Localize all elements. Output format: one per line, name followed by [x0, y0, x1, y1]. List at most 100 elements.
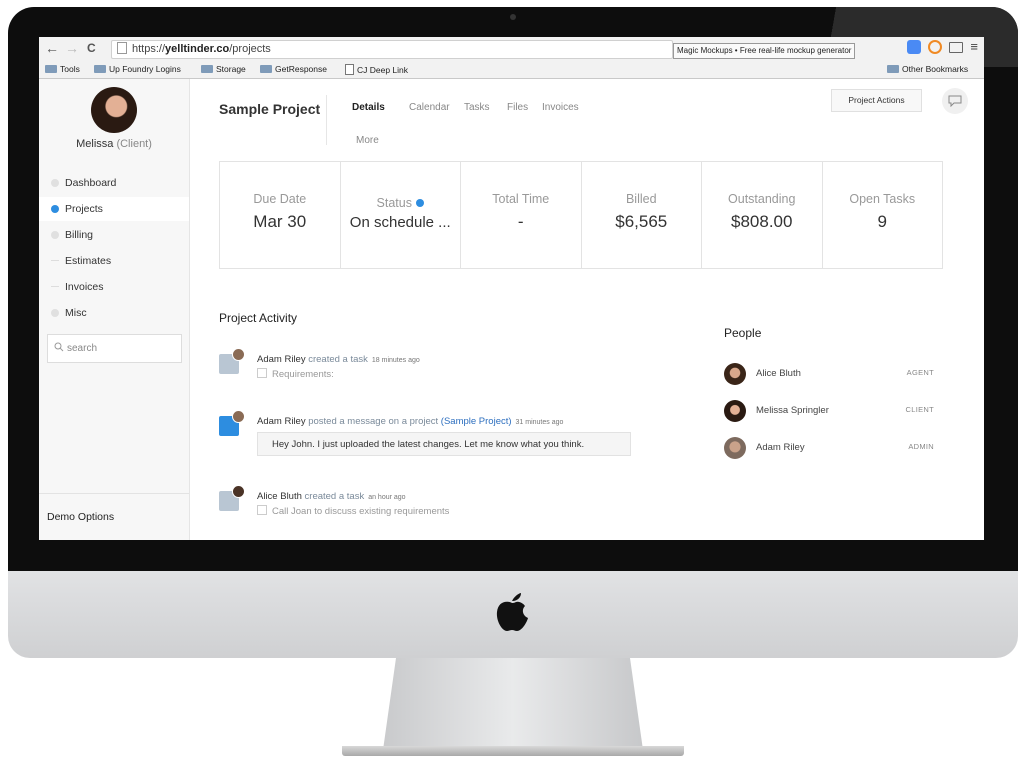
project-actions-button[interactable]: Project Actions — [831, 89, 922, 112]
status-dot-icon — [415, 199, 424, 207]
circle-extension-icon[interactable] — [928, 40, 943, 54]
activity-verb: posted a message on a project — [308, 416, 439, 427]
bookmark-label: Storage — [216, 64, 246, 74]
stat-open-tasks: Open Tasks 9 — [823, 162, 943, 268]
bookmarks-bar: Tools Up Foundry Logins Storage GetRespo… — [39, 60, 984, 79]
stat-label: Billed — [625, 192, 657, 206]
url-prefix: https:// — [132, 43, 166, 55]
tab-calendar[interactable]: Calendar — [409, 102, 450, 113]
person-role: ADMIN — [908, 442, 934, 451]
person-row[interactable]: Melissa Springler CLIENT — [724, 400, 934, 424]
people-title: People — [724, 326, 762, 340]
camera-icon — [510, 14, 516, 20]
imac-stand-base — [342, 746, 684, 756]
folder-icon — [94, 65, 106, 73]
sidebar-item-invoices[interactable]: Invoices — [39, 275, 189, 299]
sidebar-item-projects[interactable]: Projects — [39, 197, 189, 221]
task-checkbox[interactable] — [257, 368, 267, 378]
forward-arrow-icon[interactable]: → — [65, 40, 79, 56]
stat-value: 9 — [877, 212, 887, 231]
sidebar-item-dashboard[interactable]: Dashboard — [39, 171, 189, 195]
sidebar-item-estimates[interactable]: Estimates — [39, 249, 189, 273]
avatar — [724, 437, 746, 459]
folder-icon — [45, 65, 57, 73]
back-arrow-icon[interactable]: ← — [45, 40, 59, 56]
activity-verb: created a task — [304, 491, 365, 502]
bookmark-label: Tools — [60, 64, 80, 74]
address-bar[interactable]: https://yelltinder.co/projects — [111, 40, 673, 59]
search-icon — [54, 342, 64, 352]
activity-message: Hey John. I just uploaded the latest cha… — [257, 432, 631, 456]
cast-icon[interactable] — [949, 41, 964, 53]
person-role: AGENT — [906, 368, 934, 377]
activity-actor[interactable]: Adam Riley — [257, 416, 306, 427]
activity-line: Adam Riley posted a message on a project… — [257, 416, 563, 427]
tab-more[interactable]: More — [356, 135, 379, 146]
tab-details[interactable]: Details — [352, 102, 385, 113]
extension-tooltip: Magic Mockups • Free real-life mockup ge… — [673, 43, 856, 59]
reload-icon[interactable]: C — [87, 40, 96, 56]
stat-label: Status — [376, 196, 412, 210]
chat-button[interactable] — [942, 88, 968, 114]
sidebar: Melissa (Client) Dashboard Projects Bill… — [39, 79, 190, 540]
bookmark-label: Other Bookmarks — [902, 64, 969, 74]
main-content: Sample Project Details Calendar Tasks Fi… — [190, 79, 984, 540]
activity-time: 18 minutes ago — [371, 357, 420, 364]
activity-actor[interactable]: Adam Riley — [257, 354, 306, 365]
nav-dot-icon — [51, 205, 59, 213]
document-icon — [345, 64, 354, 75]
stat-value: Mar 30 — [253, 212, 307, 231]
bookmark-getresponse[interactable]: GetResponse — [260, 64, 327, 74]
page-title: Sample Project — [219, 101, 321, 117]
stat-value: On schedule ... — [349, 214, 451, 231]
extension-icons: ≡ — [907, 40, 978, 54]
activity-time: 31 minutes ago — [515, 419, 564, 426]
person-row[interactable]: Adam Riley ADMIN — [724, 437, 934, 461]
person-name: Melissa Springler — [756, 405, 829, 416]
menu-icon[interactable]: ≡ — [970, 40, 978, 54]
stat-label: Total Time — [492, 192, 550, 206]
tab-invoices[interactable]: Invoices — [542, 102, 579, 113]
sidebar-item-billing[interactable]: Billing — [39, 223, 189, 247]
project-stats: Due Date Mar 30 Status On schedule ... T… — [219, 161, 943, 269]
page-icon — [117, 42, 127, 54]
search-placeholder: search — [67, 343, 98, 354]
tab-tasks[interactable]: Tasks — [464, 102, 490, 113]
nav-dash-icon — [51, 260, 59, 261]
bookmark-label: CJ Deep Link — [357, 64, 409, 75]
demo-options-button[interactable]: Demo Options — [39, 493, 189, 540]
sidebar-item-label: Projects — [65, 203, 103, 215]
title-divider — [326, 95, 327, 145]
avatar — [232, 348, 245, 361]
bookmark-storage[interactable]: Storage — [201, 64, 246, 74]
search-input[interactable]: search — [47, 334, 182, 363]
url-path: /projects — [229, 43, 271, 55]
stat-label: Outstanding — [728, 192, 796, 206]
stat-value: - — [517, 212, 524, 231]
user-avatar[interactable] — [91, 87, 137, 133]
translate-extension-icon[interactable] — [907, 40, 922, 54]
activity-verb: created a task — [308, 354, 368, 365]
bookmark-other-bookmarks[interactable]: Other Bookmarks — [887, 64, 968, 74]
activity-task[interactable]: Requirements: — [257, 368, 334, 380]
bookmark-cj-deep-link[interactable]: CJ Deep Link — [345, 64, 408, 75]
stat-status: Status On schedule ... — [341, 162, 461, 268]
person-role: CLIENT — [905, 405, 934, 414]
task-checkbox[interactable] — [257, 505, 267, 515]
stat-value: $6,565 — [615, 212, 668, 231]
activity-actor[interactable]: Alice Bluth — [257, 491, 302, 502]
bookmark-tools[interactable]: Tools — [45, 64, 80, 74]
person-row[interactable]: Alice Bluth AGENT — [724, 363, 934, 387]
tab-files[interactable]: Files — [507, 102, 528, 113]
stat-label: Open Tasks — [849, 192, 916, 206]
activity-detail: Requirements: — [272, 369, 334, 380]
sidebar-item-misc[interactable]: Misc — [39, 301, 189, 325]
avatar — [724, 363, 746, 385]
bookmark-up-foundry-logins[interactable]: Up Foundry Logins — [94, 64, 181, 74]
sidebar-item-label: Misc — [65, 307, 87, 319]
stat-value: $808.00 — [731, 212, 793, 231]
project-link[interactable]: (Sample Project) — [441, 416, 512, 427]
stat-label-wrap: Status — [341, 196, 461, 216]
activity-task[interactable]: Call Joan to discuss existing requiremen… — [257, 505, 449, 517]
activity-line: Alice Bluth created a task an hour ago — [257, 491, 406, 502]
